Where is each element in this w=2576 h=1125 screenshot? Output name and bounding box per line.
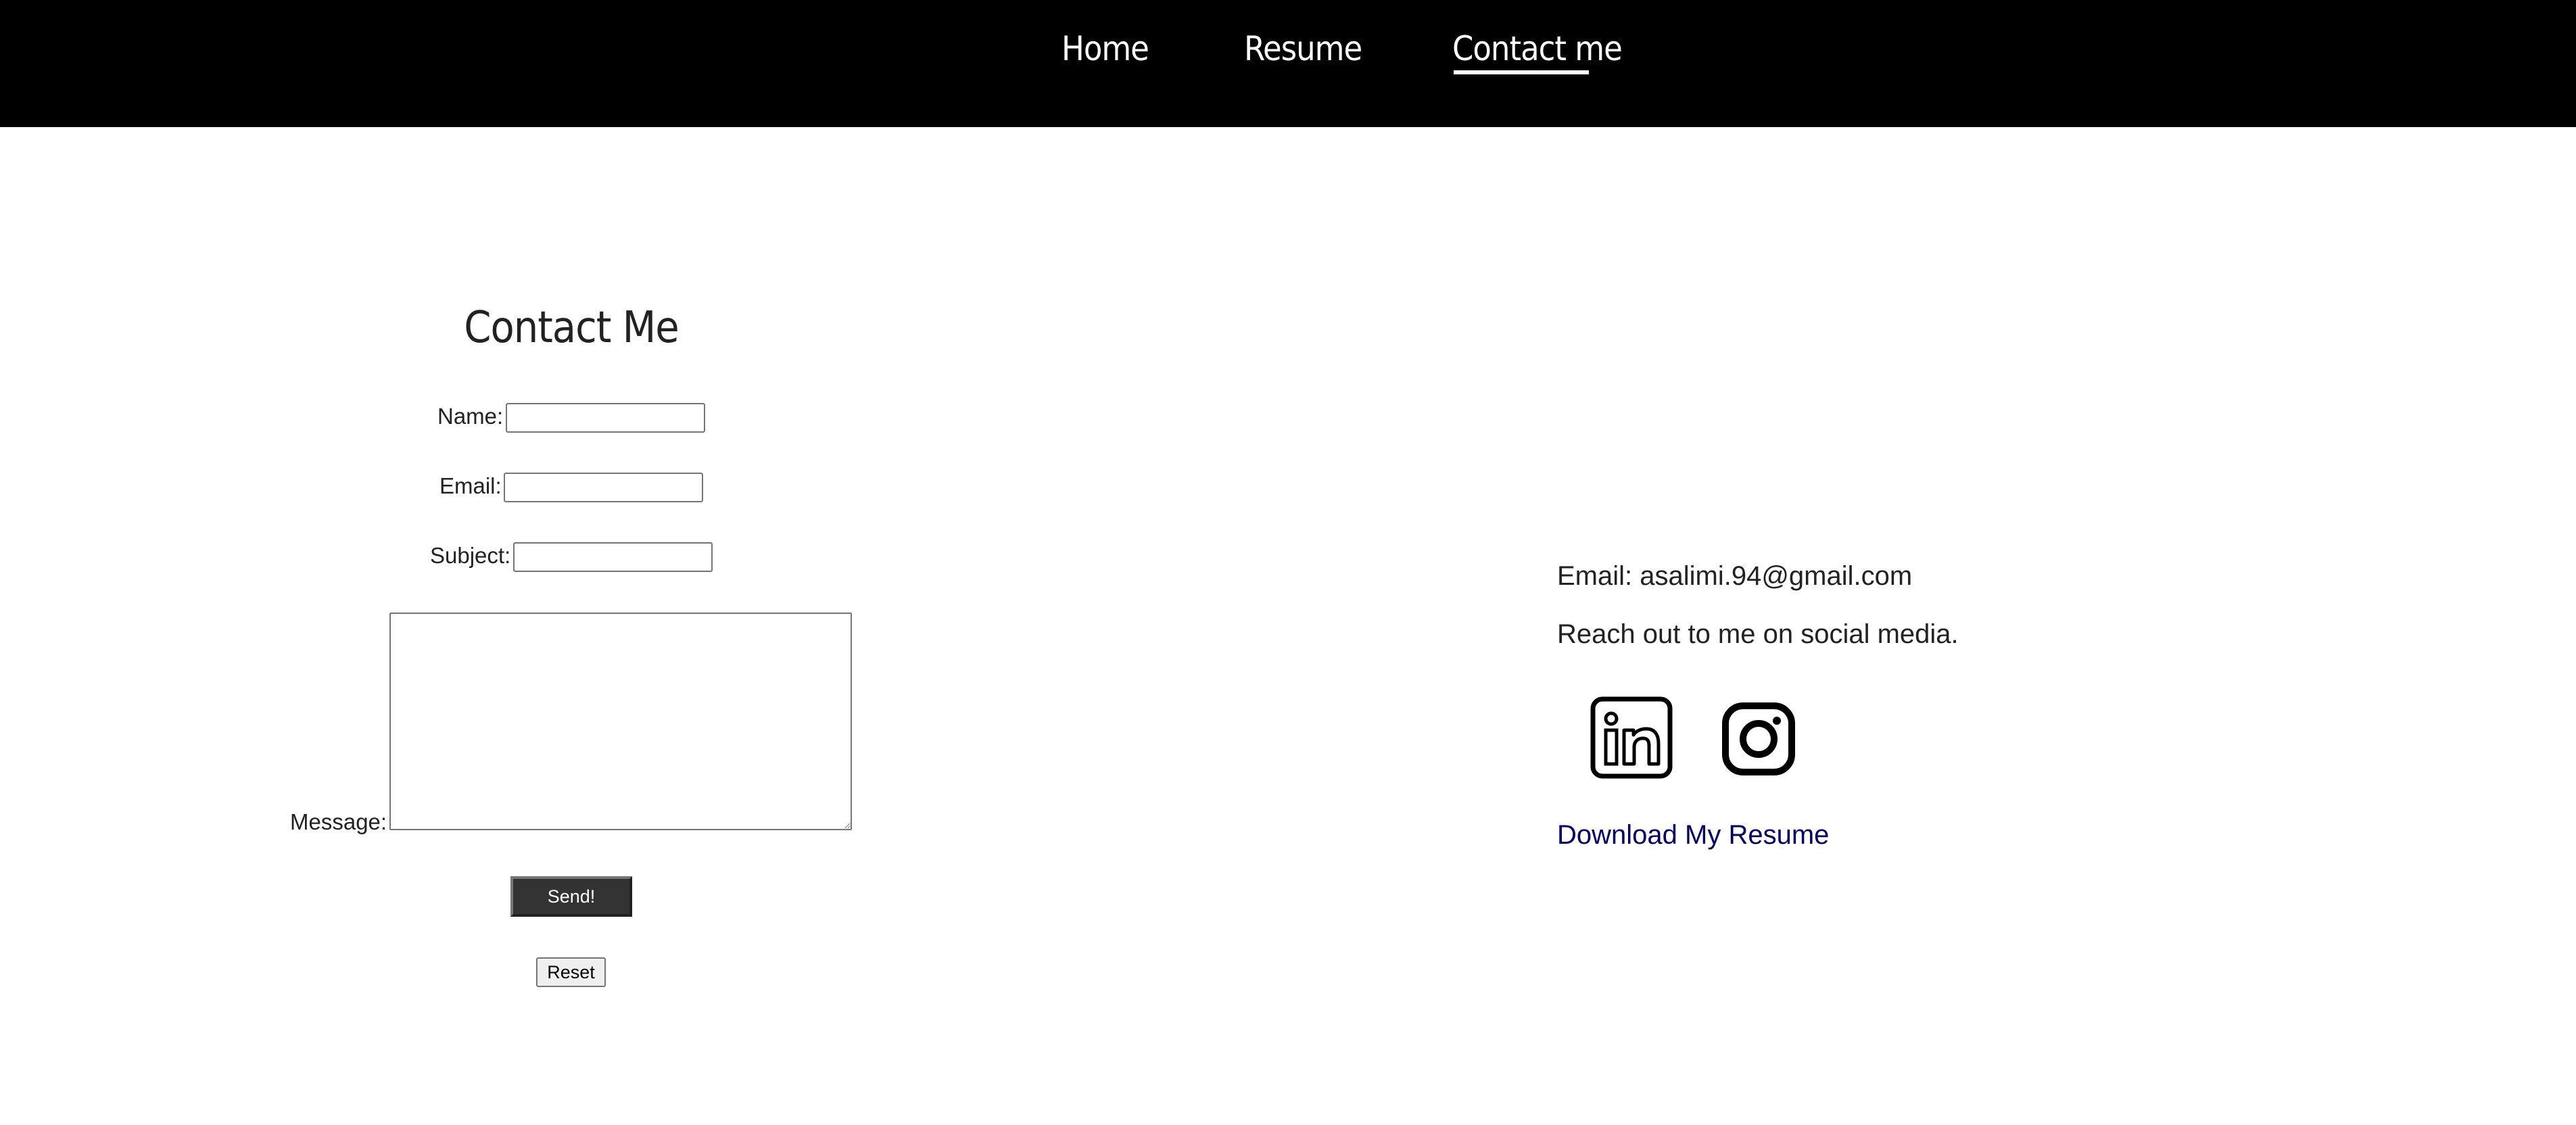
top-navbar: Home Resume Contact me bbox=[0, 0, 2576, 127]
contact-form-title: Contact Me bbox=[464, 303, 679, 353]
contact-email-text: Email: asalimi.94@gmail.com bbox=[1557, 561, 1913, 591]
email-label: Email: bbox=[439, 473, 502, 498]
instagram-icon bbox=[1722, 702, 1795, 775]
name-label: Name: bbox=[437, 404, 504, 429]
reset-button[interactable]: Reset bbox=[536, 957, 606, 987]
name-input[interactable] bbox=[506, 403, 705, 433]
linkedin-link[interactable] bbox=[1590, 696, 1673, 779]
nav-resume-link[interactable]: Resume bbox=[1244, 24, 1362, 73]
subject-label: Subject: bbox=[430, 543, 511, 568]
message-label: Message: bbox=[290, 809, 387, 834]
download-resume-link[interactable]: Download My Resume bbox=[1557, 817, 1829, 853]
subject-input[interactable] bbox=[513, 542, 713, 572]
active-nav-underline bbox=[1454, 70, 1589, 74]
social-prompt-text: Reach out to me on social media. bbox=[1557, 619, 1959, 649]
email-input[interactable] bbox=[504, 473, 703, 502]
nav-home-link[interactable]: Home bbox=[1062, 24, 1149, 73]
send-button[interactable]: Send! bbox=[510, 876, 632, 917]
message-textarea[interactable] bbox=[389, 613, 852, 830]
nav-contact-link[interactable]: Contact me bbox=[1452, 24, 1623, 73]
instagram-link[interactable] bbox=[1721, 702, 1796, 776]
linkedin-icon bbox=[1590, 696, 1673, 779]
